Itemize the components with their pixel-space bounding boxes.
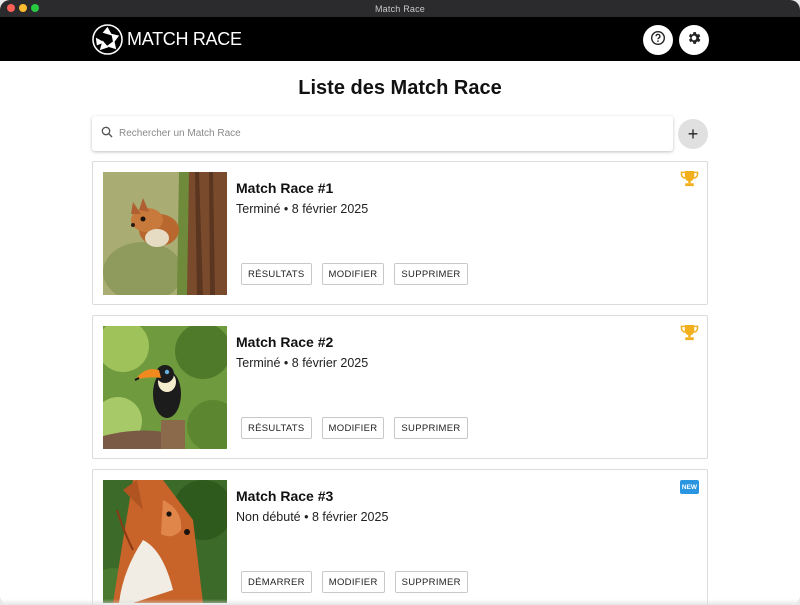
- race-card: Match Race #2 Terminé • 8 février 2025 R…: [92, 315, 708, 459]
- race-actions: RÉSULTATS MODIFIER SUPPRIMER: [241, 263, 468, 285]
- maximize-window-button[interactable]: [31, 4, 39, 12]
- race-image-toucan: [103, 326, 227, 449]
- add-race-button[interactable]: +: [678, 119, 708, 149]
- results-button[interactable]: RÉSULTATS: [241, 417, 312, 439]
- scroll-fade: [0, 599, 800, 605]
- search-icon: [101, 125, 113, 143]
- trophy-icon: [680, 324, 699, 347]
- app-header: MATCH RACE: [0, 17, 800, 61]
- brand[interactable]: MATCH RACE: [92, 22, 242, 56]
- race-actions: DÉMARRER MODIFIER SUPPRIMER: [241, 571, 468, 593]
- race-image-fox: [103, 480, 227, 603]
- edit-button[interactable]: MODIFIER: [321, 571, 385, 593]
- race-image-squirrel: [103, 172, 227, 295]
- start-button[interactable]: DÉMARRER: [241, 571, 312, 593]
- race-title: Match Race #2: [236, 334, 334, 350]
- results-button[interactable]: RÉSULTATS: [241, 263, 312, 285]
- delete-button[interactable]: SUPPRIMER: [394, 571, 468, 593]
- race-subtitle: Terminé • 8 février 2025: [236, 356, 369, 370]
- shutter-icon: [92, 23, 123, 55]
- edit-button[interactable]: MODIFIER: [321, 263, 385, 285]
- window-titlebar: Match Race: [0, 0, 800, 17]
- trophy-icon: [680, 170, 699, 193]
- race-subtitle: Non débuté • 8 février 2025: [236, 510, 389, 524]
- window-title: Match Race: [374, 3, 426, 14]
- page-title: Liste des Match Race: [298, 77, 502, 99]
- main-content: Liste des Match Race +: [0, 61, 800, 605]
- help-circle-icon: [650, 30, 666, 51]
- delete-button[interactable]: SUPPRIMER: [394, 263, 468, 285]
- race-subtitle: Terminé • 8 février 2025: [236, 202, 369, 216]
- settings-button[interactable]: [679, 25, 709, 55]
- minimize-window-button[interactable]: [19, 4, 27, 12]
- race-card: Match Race #1 Terminé • 8 février 2025 R…: [92, 161, 708, 305]
- help-button[interactable]: [643, 25, 673, 55]
- delete-button[interactable]: SUPPRIMER: [394, 417, 468, 439]
- brand-name: MATCH RACE: [127, 28, 242, 49]
- close-window-button[interactable]: [7, 4, 15, 12]
- search-bar[interactable]: [92, 116, 673, 151]
- new-icon: NEW: [680, 480, 699, 494]
- race-title: Match Race #3: [236, 488, 334, 504]
- race-card: Match Race #3 Non débuté • 8 février 202…: [92, 469, 708, 605]
- race-actions: RÉSULTATS MODIFIER SUPPRIMER: [241, 417, 468, 439]
- edit-button[interactable]: MODIFIER: [321, 417, 385, 439]
- search-input[interactable]: [119, 128, 639, 139]
- app-window: Match Race MATCH RACE Liste des Match Ra…: [0, 0, 800, 605]
- race-title: Match Race #1: [236, 180, 334, 196]
- gear-icon: [686, 30, 702, 51]
